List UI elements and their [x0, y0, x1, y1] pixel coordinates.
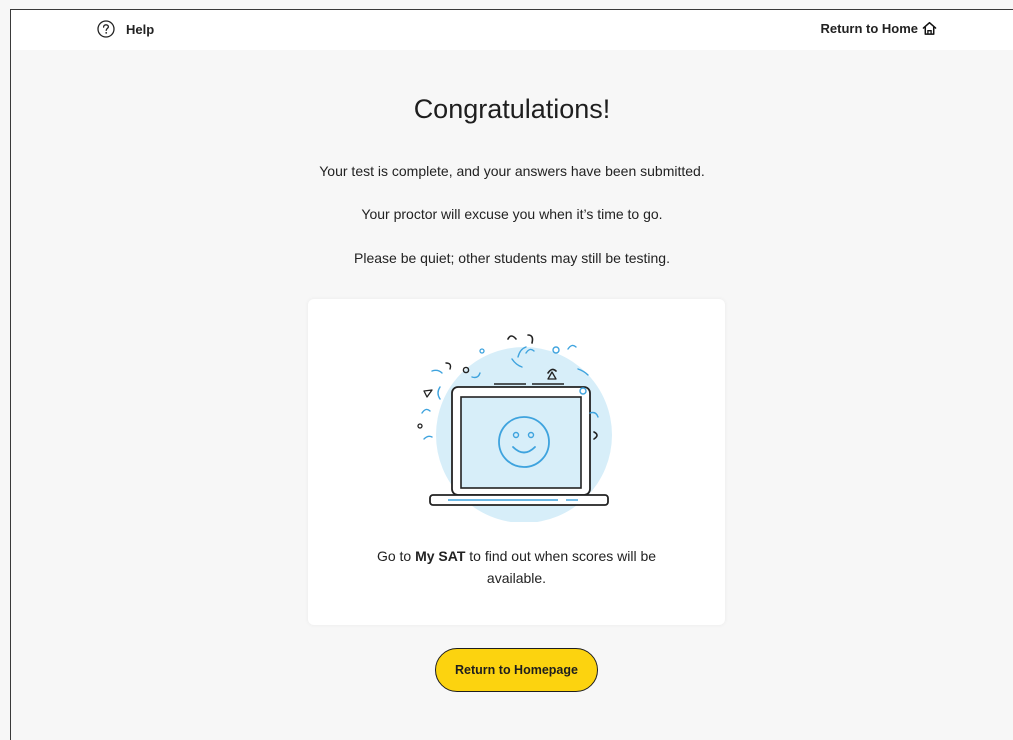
app-frame: Help Return to Home Congratulations! You…: [10, 9, 1013, 740]
return-to-home-link[interactable]: Return to Home: [821, 21, 938, 36]
home-icon: [922, 21, 937, 35]
page-title: Congratulations!: [413, 94, 611, 124]
scores-info-text-start: Go to: [376, 548, 416, 564]
completion-message: Your test is complete, and your answers …: [319, 163, 705, 179]
question-circle-icon: [97, 20, 115, 38]
laptop-smiley-illustration: [417, 334, 612, 522]
top-bar: Help Return to Home: [11, 10, 1013, 50]
scores-info-text: Go to My SAT to find out when scores wil…: [348, 545, 685, 589]
scores-info-text-end: to find out when scores will be availabl…: [465, 548, 657, 586]
proctor-message: Your proctor will excuse you when it’s t…: [361, 206, 663, 222]
help-label: Help: [126, 21, 155, 37]
quiet-message: Please be quiet; other students may stil…: [354, 250, 670, 266]
scores-info-card: Go to My SAT to find out when scores wil…: [308, 299, 725, 625]
return-to-homepage-button[interactable]: Return to Homepage: [435, 648, 598, 692]
return-to-home-label: Return to Home: [820, 21, 919, 36]
my-sat-label: My SAT: [415, 548, 466, 564]
help-button[interactable]: Help: [97, 20, 154, 38]
